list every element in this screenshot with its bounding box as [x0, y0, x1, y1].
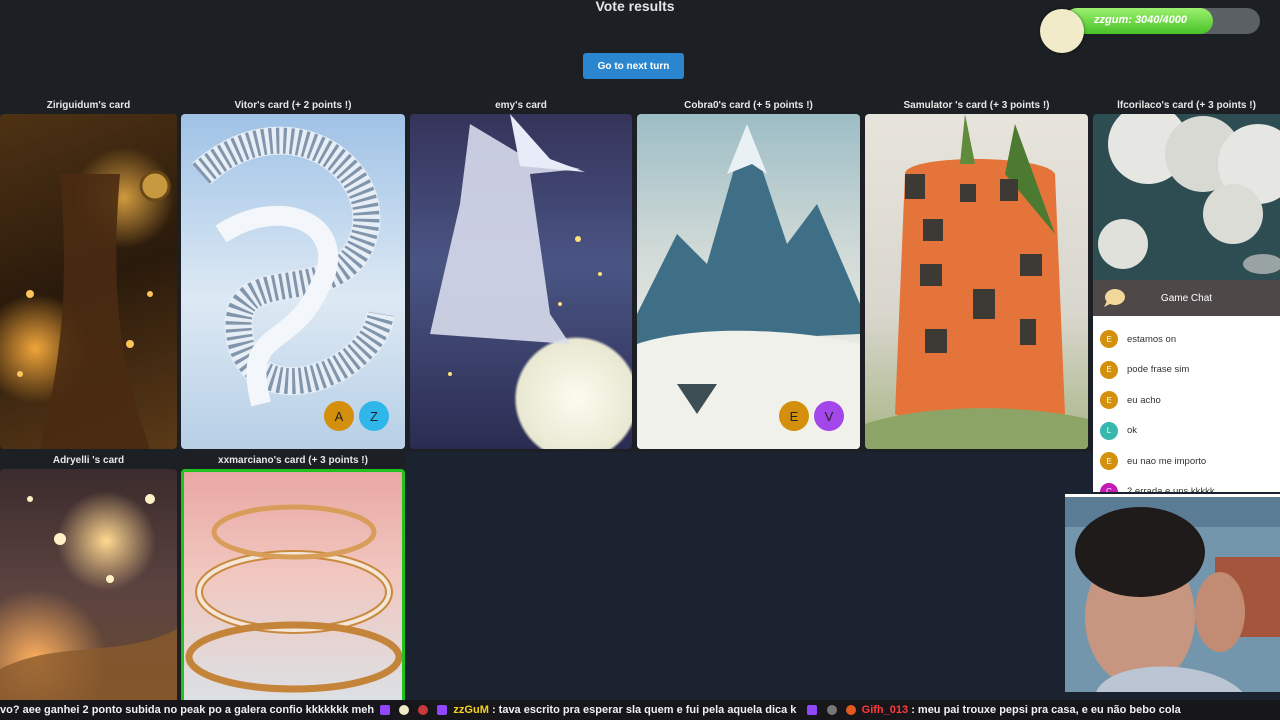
- chat-message-text: 2 errada e uns kkkkk: [1127, 486, 1215, 492]
- carrot-house-illustration: [865, 114, 1088, 449]
- voter-avatar: E: [779, 401, 809, 431]
- card-label: xxmarciano's card (+ 3 points !): [218, 455, 368, 466]
- score-progress: zzgum: 3040/4000: [1040, 8, 1260, 53]
- card-image: [637, 114, 860, 449]
- game-chat-panel: Game Chat Eestamos on Epode frase sim Eeu …: [1093, 280, 1280, 492]
- card-image: [410, 114, 632, 449]
- card-image-winner: [181, 469, 405, 700]
- mountain-illustration: [637, 124, 860, 449]
- card-lfcorilaco[interactable]: lfcorilaco's card (+ 3 points !): [1093, 100, 1280, 280]
- chat-avatar: E: [1100, 330, 1118, 349]
- ticker-text-2: : tava escrito pra esperar sla quem e fu…: [491, 704, 797, 717]
- chat-avatar: L: [1100, 421, 1118, 440]
- tree-illustration: [17, 170, 171, 449]
- card-image: [181, 114, 405, 449]
- staircase-illustration: [191, 126, 395, 407]
- card-label: Vitor's card (+ 2 points !): [234, 100, 352, 111]
- card-label: emy's card: [495, 100, 547, 111]
- stream-chat-ticker: vo? aee ganhei 2 ponto subida no peak po…: [0, 700, 1280, 720]
- chat-avatar: E: [1100, 360, 1118, 379]
- chat-username: zzGuM: [453, 704, 489, 717]
- card-image: [0, 469, 177, 700]
- card-image: [1093, 114, 1280, 280]
- card-label: Ziriguidum's card: [46, 100, 131, 111]
- voter-avatar: Z: [359, 401, 389, 431]
- sparkles-illustration: [0, 494, 177, 700]
- wizard-illustration: [430, 114, 602, 376]
- card-label: Samulator 's card (+ 3 points !): [903, 100, 1050, 111]
- card-xxmarciano[interactable]: xxmarciano's card (+ 3 points !): [181, 455, 405, 700]
- chat-message-text: estamos on: [1127, 333, 1177, 345]
- chat-avatar: E: [1100, 452, 1118, 471]
- voter-avatar: V: [814, 401, 844, 431]
- card-adryelli[interactable]: Adryelli 's card: [0, 455, 177, 700]
- chat-bubble-icon: [1104, 289, 1125, 307]
- twitch-icon: [380, 705, 391, 716]
- card-label: Cobra0's card (+ 5 points !): [684, 100, 813, 111]
- card-samulator[interactable]: Samulator 's card (+ 3 points !): [865, 100, 1088, 450]
- chat-message-text: pode frase sim: [1127, 364, 1190, 376]
- card-vitor[interactable]: Vitor's card (+ 2 points !) AZ: [181, 100, 405, 450]
- chat-avatar: E: [1100, 391, 1118, 410]
- twitch-icon: [807, 705, 818, 716]
- chat-avatar: C: [1100, 482, 1118, 492]
- avatar: [1040, 9, 1084, 53]
- chat-message: Eeu nao me importo: [1093, 446, 1280, 477]
- progress-track: zzgum: 3040/4000: [1064, 8, 1260, 34]
- webcam-overlay: [1065, 494, 1280, 692]
- chat-message: Epode frase sim: [1093, 355, 1280, 386]
- card-cobra0[interactable]: Cobra0's card (+ 5 points !) EV: [637, 100, 860, 450]
- chat-username: Gifh_013: [861, 704, 909, 717]
- streamer-webcam: [1065, 497, 1280, 692]
- badge-icon: [437, 705, 448, 716]
- card-image: [0, 114, 177, 449]
- progress-label: zzgum: 3040/4000: [1094, 14, 1187, 26]
- chat-message: Lok: [1093, 416, 1280, 447]
- chat-message-list[interactable]: Eestamos on Epode frase sim Eeu acho Lok Eeu…: [1093, 316, 1280, 492]
- chat-message-text: eu acho: [1127, 394, 1161, 406]
- card-image: [865, 114, 1088, 449]
- chat-message: C 2 errada e uns kkkkk: [1093, 477, 1280, 492]
- badge-icon: [845, 705, 856, 716]
- ring-illustration: [185, 504, 402, 693]
- badge-icon: [418, 705, 429, 716]
- clouds-illustration: [1098, 114, 1280, 274]
- card-label: lfcorilaco's card (+ 3 points !): [1117, 100, 1256, 111]
- card-ziriguidum[interactable]: Ziriguidum's card: [0, 100, 177, 450]
- voter-avatar: A: [324, 401, 354, 431]
- chat-message-text: ok: [1127, 425, 1138, 437]
- ticker-text-1: vo? aee ganhei 2 ponto subida no peak po…: [0, 704, 375, 717]
- chat-header: Game Chat: [1093, 280, 1280, 316]
- avatar-icon: [826, 705, 837, 716]
- chat-title: Game Chat: [1160, 292, 1213, 304]
- card-emy[interactable]: emy's card: [410, 100, 632, 450]
- card-label: Adryelli 's card: [52, 455, 125, 466]
- chat-message: Eestamos on: [1093, 324, 1280, 355]
- ticker-text-3: : meu pai trouxe pepsi pra casa, e eu nã…: [911, 704, 1181, 717]
- next-turn-button[interactable]: Go to next turn: [583, 53, 684, 79]
- chat-message: Eeu acho: [1093, 385, 1280, 416]
- chat-message-text: eu nao me importo: [1127, 455, 1207, 467]
- avatar-icon: [399, 705, 410, 716]
